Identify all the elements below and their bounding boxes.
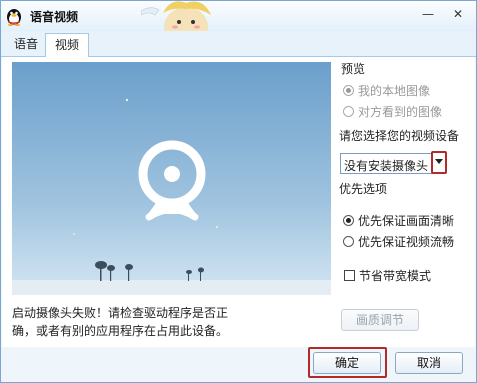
video-device-selected-value: 没有安装摄像头: [344, 159, 429, 173]
radio-local-image-indicator[interactable]: [343, 85, 354, 96]
radio-priority-smooth-indicator[interactable]: [343, 236, 354, 247]
device-prompt-label: 请您选择您的视频设备: [339, 129, 460, 143]
radio-priority-smooth[interactable]: 优先保证视频流畅: [343, 233, 454, 250]
quality-adjust-button[interactable]: 画质调节: [341, 309, 419, 331]
radio-remote-image[interactable]: 对方看到的图像: [343, 103, 442, 120]
dropdown-arrow-icon[interactable]: [431, 151, 447, 174]
checkbox-bandwidth-saving-box[interactable]: [344, 270, 355, 281]
qq-penguin-icon: [7, 9, 21, 26]
radio-remote-image-indicator[interactable]: [343, 106, 354, 117]
title-bar[interactable]: 语音视频 — ✕: [1, 1, 476, 32]
tab-video[interactable]: 视频: [45, 33, 90, 57]
video-settings-window: 语音视频 — ✕ 语音 视频 启动摄像头失败！请检查驱动程序是否正 确，或者有别…: [0, 0, 477, 383]
radio-remote-image-label: 对方看到的图像: [358, 105, 443, 119]
checkbox-bandwidth-saving-label: 节省带宽模式: [359, 269, 432, 283]
cancel-button[interactable]: 取消: [395, 352, 463, 374]
cartoon-decoration-icon: [141, 1, 211, 31]
camera-status-message: 启动摄像头失败！请检查驱动程序是否正 确，或者有别的应用程序在占用此设备。: [12, 304, 334, 340]
ok-button[interactable]: 确定: [313, 352, 381, 374]
radio-local-image[interactable]: 我的本地图像: [343, 82, 430, 99]
radio-priority-clarity-label: 优先保证画面清晰: [358, 214, 455, 228]
tab-voice-label: 语音: [14, 37, 39, 51]
video-device-select[interactable]: 没有安装摄像头: [340, 151, 447, 174]
radio-priority-clarity-indicator[interactable]: [343, 215, 354, 226]
status-line-1: 启动摄像头失败！请检查驱动程序是否正: [12, 306, 229, 320]
tab-video-label: 视频: [55, 38, 80, 52]
window-title: 语音视频: [30, 10, 79, 24]
radio-local-image-label: 我的本地图像: [358, 84, 431, 98]
video-tab-panel: 启动摄像头失败！请检查驱动程序是否正 确，或者有别的应用程序在占用此设备。 预览…: [2, 57, 475, 347]
status-line-2: 确，或者有别的应用程序在占用此设备。: [12, 324, 229, 338]
preview-section-label: 预览: [341, 62, 366, 76]
radio-priority-clarity[interactable]: 优先保证画面清晰: [343, 212, 454, 229]
priority-section-label: 优先选项: [339, 182, 388, 196]
camera-preview: [12, 62, 331, 295]
radio-priority-smooth-label: 优先保证视频流畅: [358, 235, 455, 249]
tab-bar: 语音 视频: [1, 31, 476, 57]
minimize-button[interactable]: —: [417, 5, 439, 23]
close-button[interactable]: ✕: [447, 5, 469, 23]
tab-voice[interactable]: 语音: [5, 33, 47, 55]
checkbox-bandwidth-saving[interactable]: 节省带宽模式: [344, 267, 431, 284]
